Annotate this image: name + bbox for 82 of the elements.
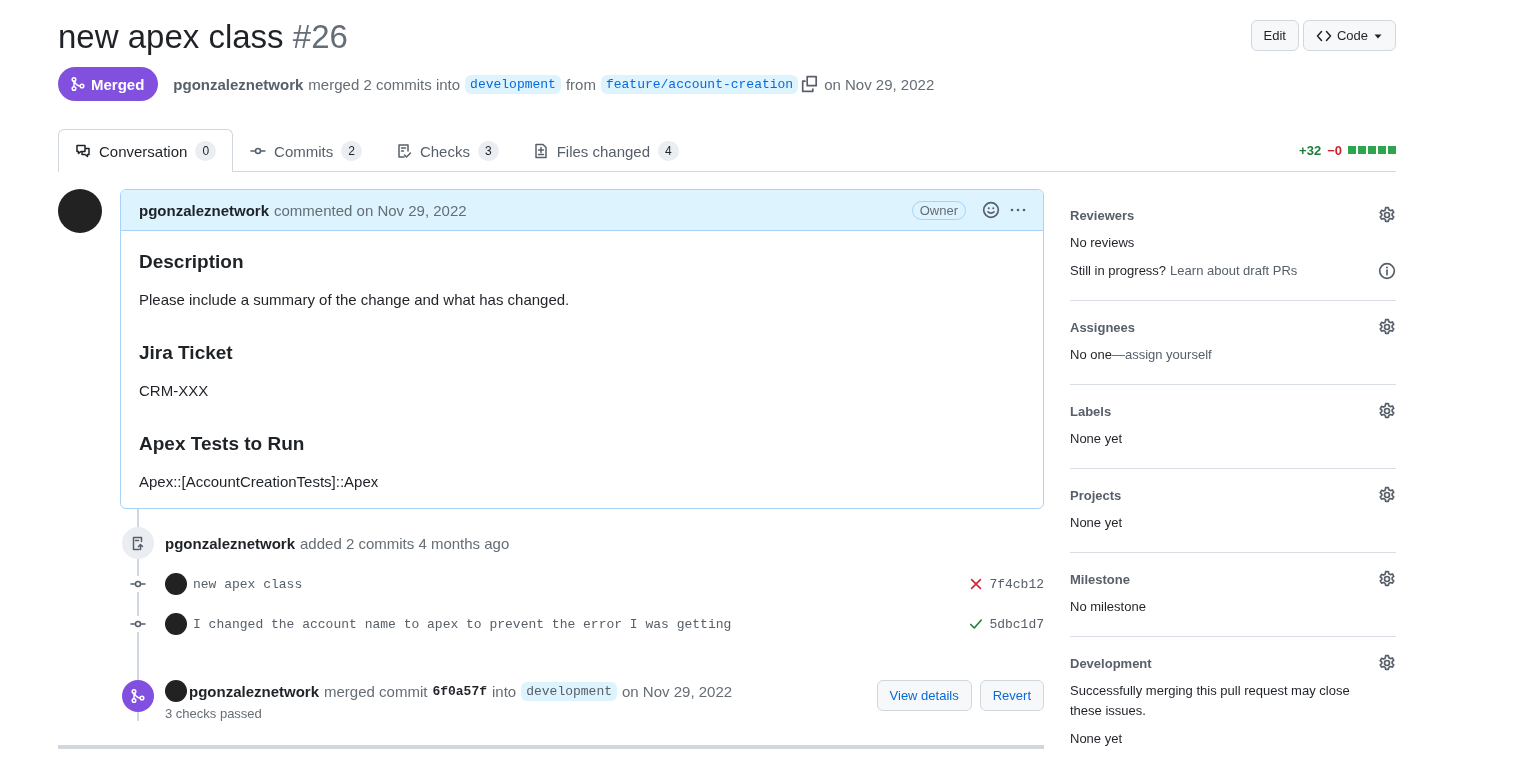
event-text: merged commit — [324, 682, 428, 700]
additions-count: +32 — [1299, 142, 1322, 158]
branch-label[interactable]: development — [465, 74, 561, 94]
author-link[interactable]: pgonzaleznetwork — [173, 75, 304, 93]
author-link[interactable]: pgonzaleznetwork — [139, 201, 269, 219]
branch-label[interactable]: feature/account-creation — [600, 74, 799, 94]
event-text: into — [492, 682, 517, 700]
commit-sha[interactable]: 7f4cb12 — [989, 576, 1044, 592]
avatar[interactable] — [165, 573, 187, 595]
sidebar-text: No reviews — [1070, 235, 1135, 250]
checks-summary: 3 checks passed — [165, 706, 263, 721]
sidebar-text: None yet — [1070, 731, 1123, 746]
tab-label: Commits — [274, 142, 334, 160]
code-button[interactable]: Code — [1302, 20, 1396, 51]
summary-date: on Nov 29, 2022 — [824, 75, 935, 93]
comment-time: commented on Nov 29, 2022 — [274, 201, 467, 219]
settings-icon[interactable] — [1378, 206, 1396, 224]
info-icon — [1378, 262, 1396, 280]
paragraph: Apex::[AccountCreationTests]::Apex — [139, 473, 380, 490]
count-badge: 0 — [195, 141, 217, 161]
section-heading: Description — [139, 251, 245, 273]
sidebar-heading[interactable]: Projects — [1070, 487, 1122, 503]
sidebar-heading[interactable]: Assignees — [1070, 319, 1136, 335]
sidebar-text: No milestone — [1070, 599, 1146, 614]
edit-button[interactable]: Edit — [1250, 20, 1299, 51]
paragraph: CRM-XXX — [139, 382, 210, 399]
sidebar-heading[interactable]: Reviewers — [1070, 207, 1135, 223]
speech-bubbles-icon — [75, 143, 91, 159]
sidebar-link[interactable]: —assign yourself — [1111, 347, 1212, 362]
summary-text: from — [565, 75, 596, 93]
tab-label: Conversation — [99, 142, 188, 160]
sidebar-text: Still in progress? — [1070, 262, 1167, 280]
smiley-icon[interactable] — [982, 201, 1000, 219]
count-badge: 2 — [341, 141, 362, 161]
tab-label: Checks — [419, 142, 470, 160]
commit-message[interactable]: I changed the account name to apex to prevent the error I was getting — [193, 616, 970, 632]
avatar[interactable] — [58, 189, 102, 233]
copy-icon[interactable] — [801, 75, 820, 93]
tab[interactable]: Checks 3 — [378, 129, 516, 172]
sidebar-text: None yet — [1070, 515, 1123, 530]
settings-icon[interactable] — [1378, 318, 1396, 336]
author-link[interactable]: pgonzaleznetwork — [189, 682, 319, 700]
settings-icon[interactable] — [1378, 402, 1396, 420]
event-text: added 2 commits 4 months ago — [300, 534, 510, 552]
tab[interactable]: Files changed 4 — [515, 129, 696, 172]
settings-icon[interactable] — [1378, 486, 1396, 504]
tab[interactable]: Commits 2 — [233, 129, 379, 172]
commit-sha[interactable]: 5dbc1d7 — [989, 616, 1044, 632]
merge-icon — [70, 76, 86, 92]
sidebar-link[interactable]: Learn about draft PRs — [1170, 261, 1298, 281]
tab[interactable]: Conversation 0 — [58, 129, 234, 172]
merge-icon — [130, 688, 146, 704]
branch-label[interactable]: development — [521, 681, 617, 701]
repo-push-icon — [130, 535, 146, 551]
event-button[interactable]: Revert — [979, 680, 1044, 711]
sidebar-heading[interactable]: Labels — [1070, 403, 1112, 419]
section-heading: Jira Ticket — [139, 342, 234, 364]
author-link[interactable]: pgonzaleznetwork — [165, 534, 295, 552]
settings-icon[interactable] — [1378, 654, 1396, 672]
checklist-icon — [395, 143, 412, 159]
settings-icon[interactable] — [1378, 570, 1396, 588]
commit-message[interactable]: new apex class — [193, 576, 970, 592]
commit-sha[interactable]: 6f0a57f — [432, 683, 487, 699]
count-badge: 3 — [477, 141, 499, 161]
status-badge: Merged — [58, 67, 159, 101]
event-button[interactable]: View details — [876, 680, 972, 711]
paragraph: Please include a summary of the change and what has changed. — [139, 291, 571, 308]
file-diff-icon — [532, 143, 549, 159]
deletions-count: −0 — [1327, 142, 1342, 158]
summary-text: merged 2 commits into — [308, 75, 461, 93]
pull-request-title: new apex class #26 — [58, 17, 348, 57]
section-heading: Apex Tests to Run — [139, 433, 306, 455]
sidebar-text: Successfully merging this pull request may close these issues. — [1070, 683, 1350, 718]
avatar[interactable] — [165, 613, 187, 635]
sidebar-text: No one — [1070, 347, 1112, 362]
avatar[interactable] — [165, 680, 187, 702]
sidebar-heading[interactable]: Milestone — [1070, 571, 1130, 587]
event-date: on Nov 29, 2022 — [622, 682, 733, 700]
sidebar-heading[interactable]: Development — [1070, 655, 1152, 671]
sidebar-text: None yet — [1070, 431, 1123, 446]
count-badge: 4 — [658, 141, 679, 161]
tab-label: Files changed — [556, 142, 651, 160]
